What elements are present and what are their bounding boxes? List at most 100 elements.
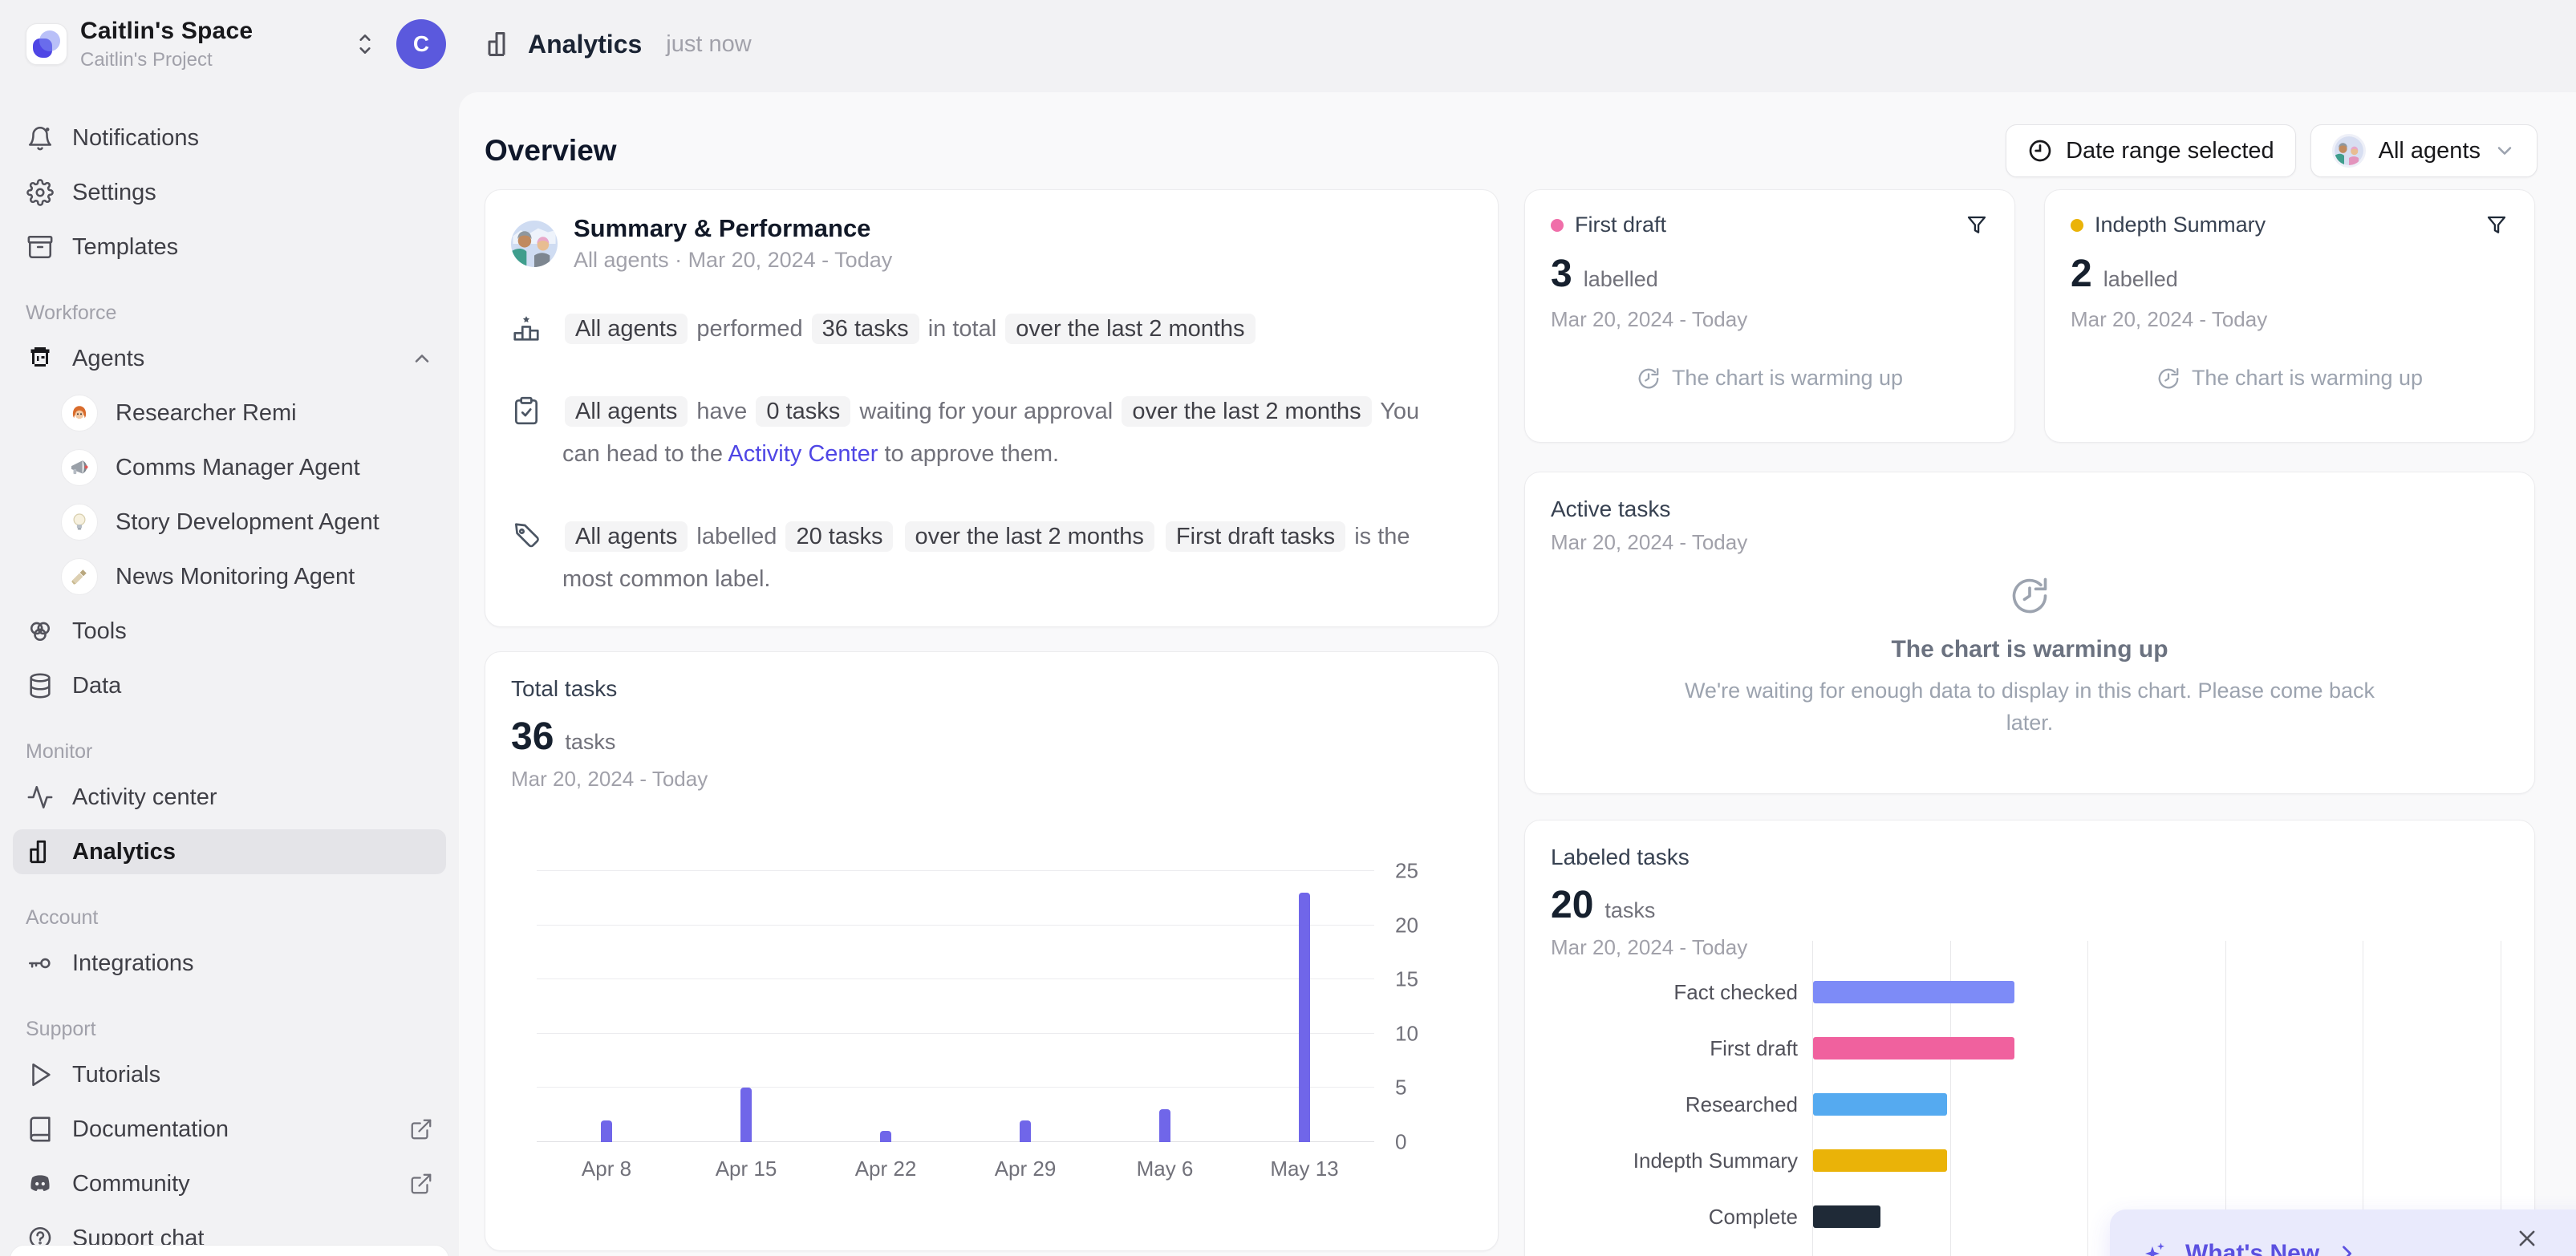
archive-box-icon [26,233,55,261]
labeled-tasks-card: Labeled tasks 20 tasks Mar 20, 2024 - To… [1524,820,2535,1256]
close-icon[interactable] [2509,1221,2545,1256]
discord-icon [26,1170,55,1197]
labeled-row-indepth-summary: Indepth Summary [1813,1149,1947,1172]
section-label-support: Support [26,1018,446,1041]
bar-complete [1813,1205,1880,1228]
y-tick-label: 10 [1395,1021,1418,1046]
sidebar-item-agents[interactable]: Agents [26,336,446,381]
bar-may-13 [1299,893,1310,1142]
whats-new-banner[interactable]: What's New [2110,1209,2576,1256]
activity-center-link[interactable]: Activity Center [728,441,878,467]
sidebar-item-data[interactable]: Data [26,663,446,708]
sidebar-agent-story-development[interactable]: Story Development Agent [61,500,446,545]
key-icon [26,950,55,977]
sidebar-item-activity-center[interactable]: Activity center [26,775,446,820]
sidebar-agent-news-monitoring[interactable]: News Monitoring Agent [61,554,446,599]
sparkles-icon [2140,1239,2169,1256]
summary-chip: All agents [565,314,688,344]
main-panel: Overview Date range selected All agents [459,92,2576,1256]
podium-icon [511,313,543,343]
bar-researched [1813,1093,1947,1116]
chevron-up-icon[interactable] [411,347,433,370]
sidebar-item-templates[interactable]: Templates [26,225,446,269]
gridline-y-15 [537,978,1374,979]
workspace-name: Caitlin's Space [80,18,342,45]
x-tick-label: Apr 8 [537,1157,676,1181]
filter-funnel-icon[interactable] [2485,213,2509,237]
y-tick-label: 5 [1395,1076,1406,1100]
history-clock-icon [2156,367,2180,391]
gridline-y-5 [537,1087,1374,1088]
bar-fact-checked [1813,981,2014,1003]
external-link-icon [409,1172,433,1196]
gridline-y-0 [537,1141,1374,1142]
history-clock-icon [2009,575,2051,617]
bar-indepth-summary [1813,1149,1947,1172]
user-avatar[interactable]: C [396,19,446,69]
summary-text: labelled [696,524,777,549]
first-draft-card: First draft 3 labelled Mar 20, 2024 - To… [1524,189,2015,443]
x-tick-label: May 13 [1235,1157,1374,1181]
total-tasks-title: Total tasks [511,676,1498,702]
total-tasks-value: 36 [511,715,554,759]
page-header: Analytics just now [485,19,752,69]
workspace-select-icon[interactable] [355,31,375,57]
labeled-row-researched: Researched [1813,1093,1947,1116]
sidebar-item-community[interactable]: Community [26,1161,446,1206]
labeled-row-fact-checked: Fact checked [1813,981,2014,1003]
indepth-summary-card: Indepth Summary 2 labelled Mar 20, 2024 … [2044,189,2535,443]
gear-icon [26,179,55,206]
labeled-tasks-title: Labeled tasks [1551,845,2534,870]
summary-chip: over the last 2 months [1122,396,1371,427]
y-tick-label: 25 [1395,859,1418,884]
external-link-icon [409,1117,433,1141]
total-tasks-card: Total tasks 36 tasks Mar 20, 2024 - Toda… [485,651,1499,1251]
overview-title: Overview [485,134,2006,168]
panel-toolbar: Overview Date range selected All agents [459,92,2576,177]
sidebar: Caitlin's Space Caitlin's Project C Noti… [0,0,459,1256]
category-label: Complete [1533,1205,1798,1230]
bar-may-6 [1159,1109,1170,1142]
bar-apr-8 [601,1120,612,1142]
sidebar-item-documentation[interactable]: Documentation [26,1107,446,1152]
summary-line-performed: All agents performed 36 tasks in total o… [511,308,1466,350]
x-tick-label: Apr 15 [676,1157,816,1181]
clipboard-check-icon [511,395,543,426]
activity-pulse-icon [26,784,55,811]
gridline-y-25 [537,870,1374,871]
labeled-tasks-value: 20 [1551,883,1593,927]
summary-card-subtitle: All agents · Mar 20, 2024 - Today [574,248,892,273]
whats-new-label: What's New [2185,1240,2319,1256]
category-label: Indepth Summary [1533,1149,1798,1173]
amber-dot-icon [2071,219,2083,232]
total-tasks-chart: 0510152025Apr 8Apr 15Apr 22Apr 29May 6Ma… [537,871,1374,1142]
date-range-button[interactable]: Date range selected [2006,124,2296,177]
total-tasks-date: Mar 20, 2024 - Today [511,767,1498,792]
sidebar-item-notifications[interactable]: Notifications [26,115,446,160]
woman-red-hair-icon [61,395,98,431]
warming-up-body: We're waiting for enough data to display… [1677,675,2383,739]
workspace-switcher[interactable]: Caitlin's Space Caitlin's Project C [26,18,446,71]
book-icon [26,1116,55,1143]
sidebar-item-settings[interactable]: Settings [26,170,446,215]
category-label: Researched [1533,1092,1798,1117]
sidebar-item-analytics[interactable]: Analytics [13,829,446,874]
summary-performance-card: Summary & Performance All agents · Mar 2… [485,189,1499,627]
sidebar-item-tutorials[interactable]: Tutorials [26,1052,446,1097]
pink-dot-icon [1551,219,1564,232]
bar-apr-22 [880,1131,891,1142]
sidebar-item-integrations[interactable]: Integrations [26,941,446,986]
filter-funnel-icon[interactable] [1965,213,1989,237]
stat-card-label: First draft [1575,213,1953,237]
bar-apr-15 [740,1088,752,1142]
sidebar-agent-researcher-remi[interactable]: Researcher Remi [61,391,446,436]
agents-filter-dropdown[interactable]: All agents [2310,124,2537,177]
tag-icon [511,521,543,551]
y-tick-label: 15 [1395,967,1418,992]
summary-chip: 0 tasks [756,396,850,427]
sidebar-bottom-card[interactable] [10,1245,449,1256]
gridline-x-2 [2087,941,2088,1256]
summary-chip: 36 tasks [812,314,919,344]
sidebar-agent-comms-manager[interactable]: Comms Manager Agent [61,445,446,490]
sidebar-item-tools[interactable]: Tools [26,609,446,654]
